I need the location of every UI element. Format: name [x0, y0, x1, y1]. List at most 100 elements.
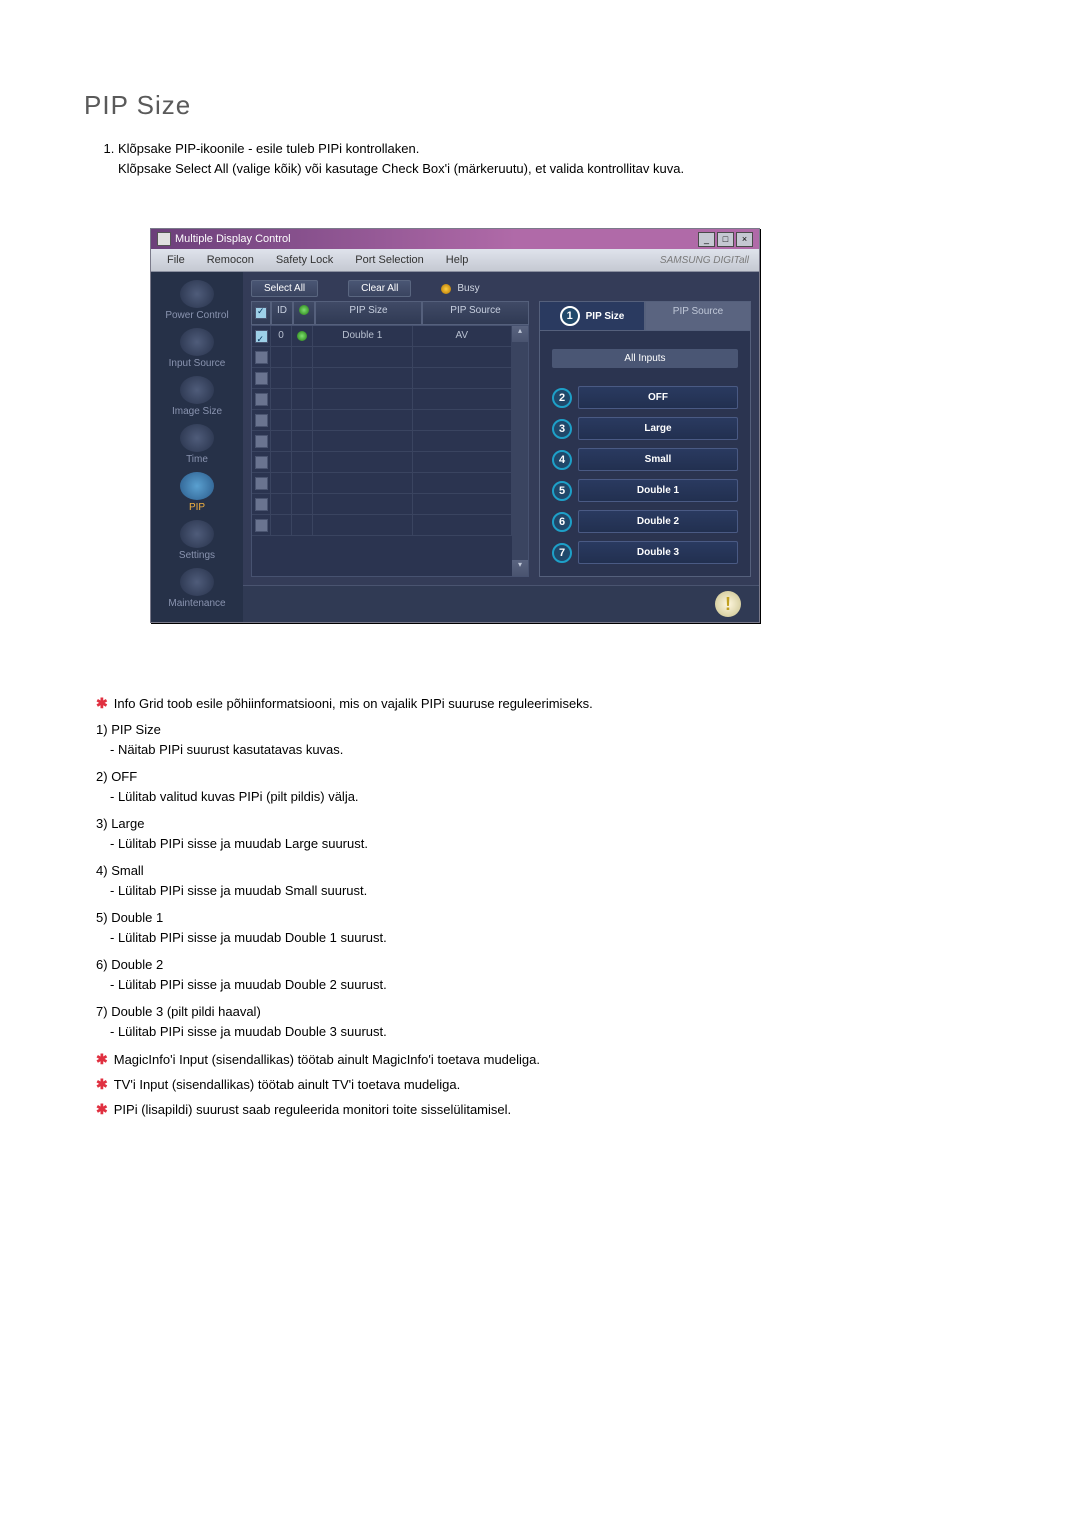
time-icon — [180, 424, 214, 452]
item-num: 4) — [96, 863, 108, 878]
badge-2: 2 — [552, 388, 572, 408]
tab-pip-source[interactable]: PIP Source — [645, 301, 751, 331]
badge-5: 5 — [552, 481, 572, 501]
item-num: 2) — [96, 769, 108, 784]
info-grid: ID PIP Size PIP Source 0 — [251, 301, 529, 577]
vertical-scrollbar[interactable]: ▴ ▾ — [512, 326, 528, 576]
sidebar-item-settings[interactable]: Settings — [156, 518, 238, 564]
badge-7: 7 — [552, 543, 572, 563]
item-sub: - Lülitab valitud kuvas PIPi (pilt pildi… — [110, 789, 359, 804]
tab-label: PIP Size — [586, 311, 625, 322]
item-name: OFF — [111, 769, 137, 784]
control-panel: 1 PIP Size PIP Source All Inputs 2 OFF 3 La… — [539, 301, 751, 577]
brand-label: SAMSUNG DIGITall — [650, 255, 759, 266]
sidebar-item-maintenance[interactable]: Maintenance — [156, 566, 238, 612]
row-checkbox[interactable] — [255, 372, 268, 385]
option-large[interactable]: Large — [578, 417, 738, 440]
menu-file[interactable]: File — [157, 254, 195, 266]
row-checkbox[interactable] — [255, 393, 268, 406]
option-off[interactable]: OFF — [578, 386, 738, 409]
star-note-1: MagicInfo'i Input (sisendallikas) töötab… — [114, 1052, 540, 1067]
sidebar-item-label: Input Source — [169, 358, 226, 369]
settings-icon — [180, 520, 214, 548]
row-checkbox[interactable] — [255, 414, 268, 427]
sidebar-item-image[interactable]: Image Size — [156, 374, 238, 420]
select-all-button[interactable]: Select All — [251, 280, 318, 297]
minimize-button[interactable]: _ — [698, 232, 715, 247]
row-checkbox[interactable] — [255, 519, 268, 532]
clear-all-button[interactable]: Clear All — [348, 280, 411, 297]
scroll-up-icon[interactable]: ▴ — [512, 326, 528, 342]
star-icon: ✱ — [96, 695, 108, 711]
star-icon: ✱ — [96, 1101, 108, 1117]
col-pip-size: PIP Size — [315, 301, 422, 325]
item-sub: - Lülitab PIPi sisse ja muudab Double 3 … — [110, 1024, 387, 1039]
row-checkbox[interactable] — [255, 498, 268, 511]
app-icon — [157, 232, 171, 246]
busy-dot-icon — [441, 284, 451, 294]
item-name: PIP Size — [111, 722, 161, 737]
item-name: Double 2 — [111, 957, 163, 972]
col-checkbox[interactable] — [251, 301, 271, 325]
menu-safety[interactable]: Safety Lock — [266, 254, 343, 266]
input-icon — [180, 328, 214, 356]
intro-line-2: Klõpsake Select All (valige kõik) või ka… — [118, 161, 684, 176]
col-pip-source: PIP Source — [422, 301, 529, 325]
maximize-button[interactable]: □ — [717, 232, 734, 247]
row-checkbox[interactable] — [255, 456, 268, 469]
badge-1: 1 — [560, 306, 580, 326]
menu-remocon[interactable]: Remocon — [197, 254, 264, 266]
sidebar-item-label: PIP — [189, 502, 205, 513]
star-note-2: TV'i Input (sisendallikas) töötab ainult… — [114, 1077, 461, 1092]
sidebar: Power Control Input Source Image Size Ti… — [151, 272, 243, 622]
image-icon — [180, 376, 214, 404]
option-double1[interactable]: Double 1 — [578, 479, 738, 502]
item-name: Double 1 — [111, 910, 163, 925]
star-icon: ✱ — [96, 1051, 108, 1067]
option-small[interactable]: Small — [578, 448, 738, 471]
row-checkbox[interactable] — [255, 351, 268, 364]
item-sub: - Lülitab PIPi sisse ja muudab Small suu… — [110, 883, 367, 898]
col-id: ID — [271, 301, 293, 325]
option-double3[interactable]: Double 3 — [578, 541, 738, 564]
info-grid-note: Info Grid toob esile põhiinformatsiooni,… — [114, 696, 593, 711]
menu-bar: File Remocon Safety Lock Port Selection … — [151, 249, 759, 272]
sidebar-item-time[interactable]: Time — [156, 422, 238, 468]
badge-3: 3 — [552, 419, 572, 439]
row-pip-source: AV — [413, 326, 513, 346]
row-pip-size: Double 1 — [313, 326, 413, 346]
sidebar-item-label: Maintenance — [168, 598, 225, 609]
item-num: 1) — [96, 722, 108, 737]
window-title: Multiple Display Control — [175, 233, 291, 245]
toolbar: Select All Clear All Busy — [243, 272, 759, 301]
busy-indicator: Busy — [441, 283, 479, 294]
grid-rows: 0 Double 1 AV — [252, 326, 512, 576]
option-double2[interactable]: Double 2 — [578, 510, 738, 533]
item-sub: - Lülitab PIPi sisse ja muudab Double 2 … — [110, 977, 387, 992]
item-sub: - Näitab PIPi suurust kasutatavas kuvas. — [110, 742, 343, 757]
item-num: 5) — [96, 910, 108, 925]
row-checkbox[interactable] — [255, 477, 268, 490]
busy-label: Busy — [457, 283, 479, 294]
sidebar-item-label: Settings — [179, 550, 215, 561]
sidebar-item-input[interactable]: Input Source — [156, 326, 238, 372]
all-inputs-button[interactable]: All Inputs — [552, 349, 738, 368]
scroll-down-icon[interactable]: ▾ — [512, 560, 528, 576]
status-bar: ! — [243, 585, 759, 622]
tab-pip-size[interactable]: 1 PIP Size — [539, 301, 645, 331]
row-checkbox[interactable] — [255, 330, 268, 343]
sidebar-item-pip[interactable]: PIP — [156, 470, 238, 516]
star-icon: ✱ — [96, 1076, 108, 1092]
menu-port[interactable]: Port Selection — [345, 254, 433, 266]
close-button[interactable]: × — [736, 232, 753, 247]
item-sub: - Lülitab PIPi sisse ja muudab Large suu… — [110, 836, 368, 851]
star-note-3: PIPi (lisapildi) suurust saab reguleerid… — [114, 1102, 511, 1117]
table-row[interactable]: 0 Double 1 AV — [252, 326, 512, 347]
menu-help[interactable]: Help — [436, 254, 479, 266]
sidebar-item-power[interactable]: Power Control — [156, 278, 238, 324]
row-checkbox[interactable] — [255, 435, 268, 448]
badge-6: 6 — [552, 512, 572, 532]
description-list: 1) PIP Size - Näitab PIPi suurust kasutat… — [96, 720, 1000, 1041]
app-window: Multiple Display Control _ □ × File Remo… — [150, 228, 760, 623]
power-icon — [180, 280, 214, 308]
